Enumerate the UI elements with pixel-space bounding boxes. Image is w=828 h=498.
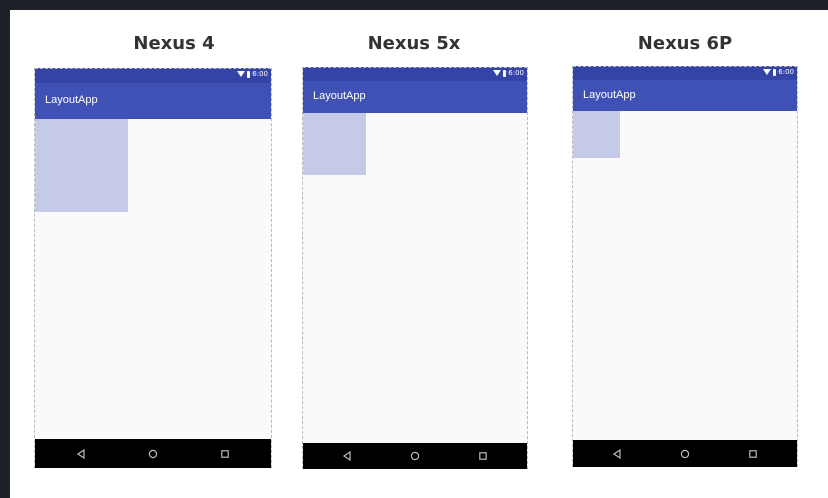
battery-icon [503, 69, 507, 77]
phone-nexus-5x: 6:00 LayoutApp [302, 67, 528, 469]
back-icon[interactable] [73, 446, 89, 462]
back-icon[interactable] [339, 448, 355, 464]
nav-bar [35, 439, 271, 468]
battery-icon [247, 70, 251, 78]
recents-icon[interactable] [475, 448, 491, 464]
status-bar: 6:00 [303, 67, 527, 81]
wifi-icon [763, 69, 772, 75]
status-time: 6:00 [252, 70, 268, 78]
app-title: LayoutApp [45, 94, 98, 106]
device-title-nexus-4: Nexus 4 [133, 33, 215, 54]
view-box [303, 113, 366, 175]
battery-icon [773, 68, 777, 76]
device-title-nexus-5x: Nexus 5x [367, 33, 461, 54]
status-icons: 6:00 [237, 70, 268, 78]
wifi-icon [237, 71, 246, 77]
app-title: LayoutApp [313, 90, 366, 102]
wifi-icon [493, 70, 502, 76]
app-bar: LayoutApp [303, 81, 527, 113]
recents-icon[interactable] [745, 446, 761, 462]
status-bar: 6:00 [35, 68, 271, 83]
status-icons: 6:00 [493, 69, 524, 77]
nav-bar [303, 443, 527, 469]
home-icon[interactable] [677, 446, 693, 462]
view-box [573, 111, 620, 158]
back-icon[interactable] [609, 446, 625, 462]
app-bar: LayoutApp [573, 80, 797, 111]
nav-bar [573, 440, 797, 467]
home-icon[interactable] [145, 446, 161, 462]
phone-nexus-6p: 6:00 LayoutApp [572, 66, 798, 467]
phone-nexus-4: 6:00 LayoutApp [34, 68, 272, 468]
recents-icon[interactable] [217, 446, 233, 462]
view-box [35, 119, 128, 212]
home-icon[interactable] [407, 448, 423, 464]
status-icons: 6:00 [763, 68, 794, 76]
app-title: LayoutApp [583, 89, 636, 101]
status-bar: 6:00 [573, 66, 797, 80]
device-title-nexus-6p: Nexus 6P [637, 33, 733, 54]
status-time: 6:00 [508, 69, 524, 77]
device-comparison-panel: Nexus 4 6:00 LayoutApp Nexus 5x 6:00 Lay… [10, 10, 828, 498]
app-bar: LayoutApp [35, 83, 271, 119]
status-time: 6:00 [778, 68, 794, 76]
